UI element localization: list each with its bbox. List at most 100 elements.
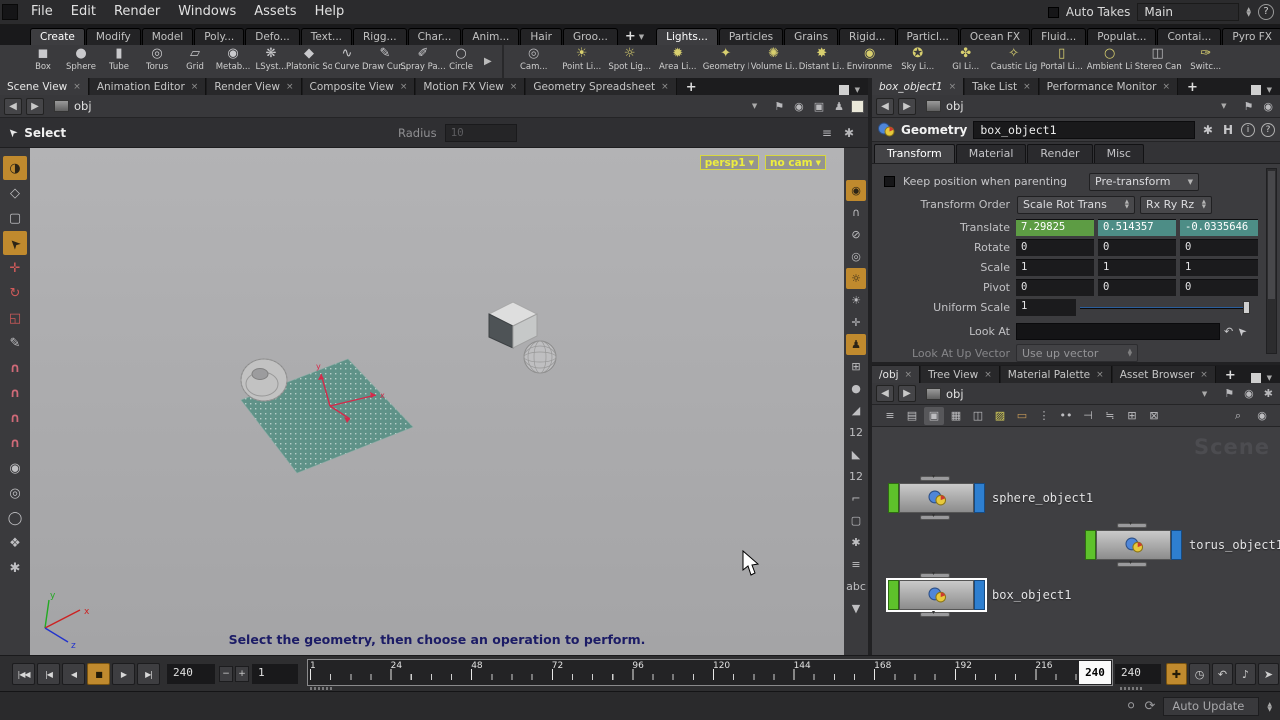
normal-lighting-icon[interactable]: ☼: [846, 268, 866, 289]
audio-button[interactable]: ♪: [1235, 663, 1256, 685]
param-tab[interactable]: Material: [955, 144, 1027, 163]
tool-switcher[interactable]: ✑ Switc...: [1182, 45, 1230, 72]
close-icon[interactable]: ×: [510, 82, 518, 92]
tool-portal-light[interactable]: ▯ Portal Li...: [1038, 45, 1086, 72]
node-input-connector[interactable]: [1117, 520, 1147, 528]
timeline-ruler[interactable]: 1 24 48 72 96 120 144 168 192 216 240: [307, 659, 1113, 686]
help-icon[interactable]: ?: [1261, 122, 1275, 137]
jump-to-operator-icon[interactable]: ↶: [1224, 325, 1233, 338]
maximize-pane-icon[interactable]: [838, 85, 849, 95]
snapshot-icon[interactable]: ◫: [968, 407, 988, 425]
value-field[interactable]: 0: [1180, 239, 1258, 256]
radial-menu-icon[interactable]: ◉: [1260, 100, 1276, 113]
pane-tab[interactable]: Composite View ×: [302, 78, 416, 95]
tool-area-light[interactable]: ✹ Area Li...: [654, 45, 702, 72]
pin-icon[interactable]: ⚑: [1241, 100, 1257, 113]
shelf-tab[interactable]: Groo...: [562, 28, 618, 45]
close-icon[interactable]: ×: [286, 82, 294, 92]
shelf-tab[interactable]: Contai...: [1157, 28, 1222, 45]
path-dropdown-icon[interactable]: ▼: [1202, 390, 1211, 398]
list-mode-icon[interactable]: ▤: [902, 407, 922, 425]
lock-camera-icon[interactable]: ∩: [846, 202, 866, 223]
box-tool-icon[interactable]: ▢: [3, 206, 27, 230]
node-input-connector[interactable]: [920, 570, 950, 578]
tool-spray-paint[interactable]: ✐ Spray Pa...: [400, 45, 445, 72]
rotate-tool-icon[interactable]: ↻: [3, 281, 27, 305]
path-field[interactable]: obj ▼: [920, 385, 1217, 403]
param-tab[interactable]: Misc: [1093, 144, 1144, 163]
value-field[interactable]: 0: [1098, 279, 1176, 296]
handles-icon[interactable]: ⌐: [846, 488, 866, 509]
sort-icon[interactable]: ≡: [822, 126, 832, 140]
select-operator-icon[interactable]: ➤: [1234, 323, 1250, 339]
color-palette-icon[interactable]: ▦: [946, 407, 966, 425]
tool-sphere[interactable]: ● Sphere: [62, 45, 100, 72]
shelf-tab[interactable]: Rigg...: [353, 28, 407, 45]
pane-tab[interactable]: box_object1 ×: [872, 78, 965, 95]
tool-curve[interactable]: ∿ Curve: [328, 45, 366, 72]
node-render-flag[interactable]: [974, 580, 985, 610]
menu-item[interactable]: Windows: [169, 4, 245, 19]
tool-tube[interactable]: ▮ Tube: [100, 45, 138, 72]
node-output-connector[interactable]: [920, 609, 950, 617]
back-icon[interactable]: ◀: [876, 97, 894, 115]
stop-button[interactable]: ■: [87, 663, 110, 685]
shelf-tab[interactable]: Modify: [85, 28, 141, 45]
tool-circle[interactable]: ○ Circle: [442, 45, 480, 72]
look-at-field[interactable]: [1016, 322, 1220, 340]
value-field[interactable]: 7.29825: [1016, 219, 1094, 236]
uniform-scale-slider[interactable]: [1080, 299, 1250, 316]
menu-item[interactable]: Help: [306, 4, 354, 19]
ghost-icon[interactable]: ◯: [3, 506, 27, 530]
select-tool-icon[interactable]: ➤: [3, 231, 27, 255]
back-icon[interactable]: ◀: [4, 97, 22, 115]
param-tab[interactable]: Render: [1027, 144, 1093, 163]
primitives-mode-icon[interactable]: ◣: [846, 444, 866, 465]
node-display-flag[interactable]: [888, 483, 899, 513]
next-keyframe-button[interactable]: ▶|: [137, 663, 160, 685]
transform-order-dropdown[interactable]: Scale Rot Trans ▲ ▼: [1017, 195, 1135, 214]
network-node-sphere[interactable]: sphere_object1: [888, 473, 1093, 520]
pane-tab[interactable]: Animation Editor ×: [89, 78, 207, 95]
pane-menu-icon[interactable]: ▼: [1267, 374, 1272, 382]
value-field[interactable]: 0: [1016, 279, 1094, 296]
add-pane-tab-button[interactable]: +: [678, 80, 705, 95]
help-icon[interactable]: ?: [1258, 4, 1274, 20]
close-icon[interactable]: ×: [661, 82, 669, 92]
path-dropdown-icon[interactable]: ▼: [1221, 102, 1230, 110]
menu-item[interactable]: Render: [105, 4, 169, 19]
node-body[interactable]: [1096, 530, 1171, 560]
camera-view-icon[interactable]: ◎: [846, 246, 866, 267]
look-through-selector[interactable]: no cam ▼: [765, 155, 826, 170]
display-options-icon[interactable]: ≡: [846, 554, 866, 575]
grid-display-icon[interactable]: ⊠: [1144, 407, 1164, 425]
path-dropdown-icon[interactable]: ▼: [752, 102, 761, 110]
info-icon[interactable]: i: [1241, 122, 1255, 137]
menu-item[interactable]: File: [22, 4, 62, 19]
take-spinner[interactable]: ▲ ▼: [1246, 7, 1251, 18]
shelf-tab[interactable]: Lights...: [656, 28, 718, 45]
network-node-box[interactable]: box_object1: [886, 570, 1088, 617]
display-objects-icon[interactable]: ◑: [3, 156, 27, 180]
undo-button[interactable]: ↶: [1212, 663, 1233, 685]
keep-position-checkbox[interactable]: [884, 176, 895, 187]
sticky-note-icon[interactable]: ▨: [990, 407, 1010, 425]
tool-camera[interactable]: ◎ Cam...: [510, 45, 558, 72]
point-numbers-icon[interactable]: 12: [846, 422, 866, 443]
tool-point-light[interactable]: ☀ Point Li...: [558, 45, 606, 72]
node-render-flag[interactable]: [1171, 530, 1182, 560]
move-camera-icon[interactable]: ✛: [846, 312, 866, 333]
auto-takes-checkbox[interactable]: [1047, 6, 1059, 18]
close-icon[interactable]: ×: [73, 82, 81, 92]
back-icon[interactable]: ◀: [876, 385, 894, 402]
set-key-button[interactable]: ✚: [1166, 663, 1187, 685]
node-body[interactable]: [899, 580, 974, 610]
add-pane-tab-button[interactable]: +: [1217, 368, 1244, 383]
uniform-scale-field[interactable]: 1: [1016, 299, 1076, 316]
shelf-tab[interactable]: Populat...: [1087, 28, 1157, 45]
tool-box[interactable]: ◼ Box: [24, 45, 62, 72]
viewport-canvas[interactable]: y x x y z persp1 ▼ no cam ▼ Select the g…: [30, 148, 844, 655]
go-to-start-button[interactable]: |◀◀: [12, 663, 35, 685]
close-icon[interactable]: ×: [191, 82, 199, 92]
dots-icon[interactable]: ••: [1056, 407, 1076, 425]
